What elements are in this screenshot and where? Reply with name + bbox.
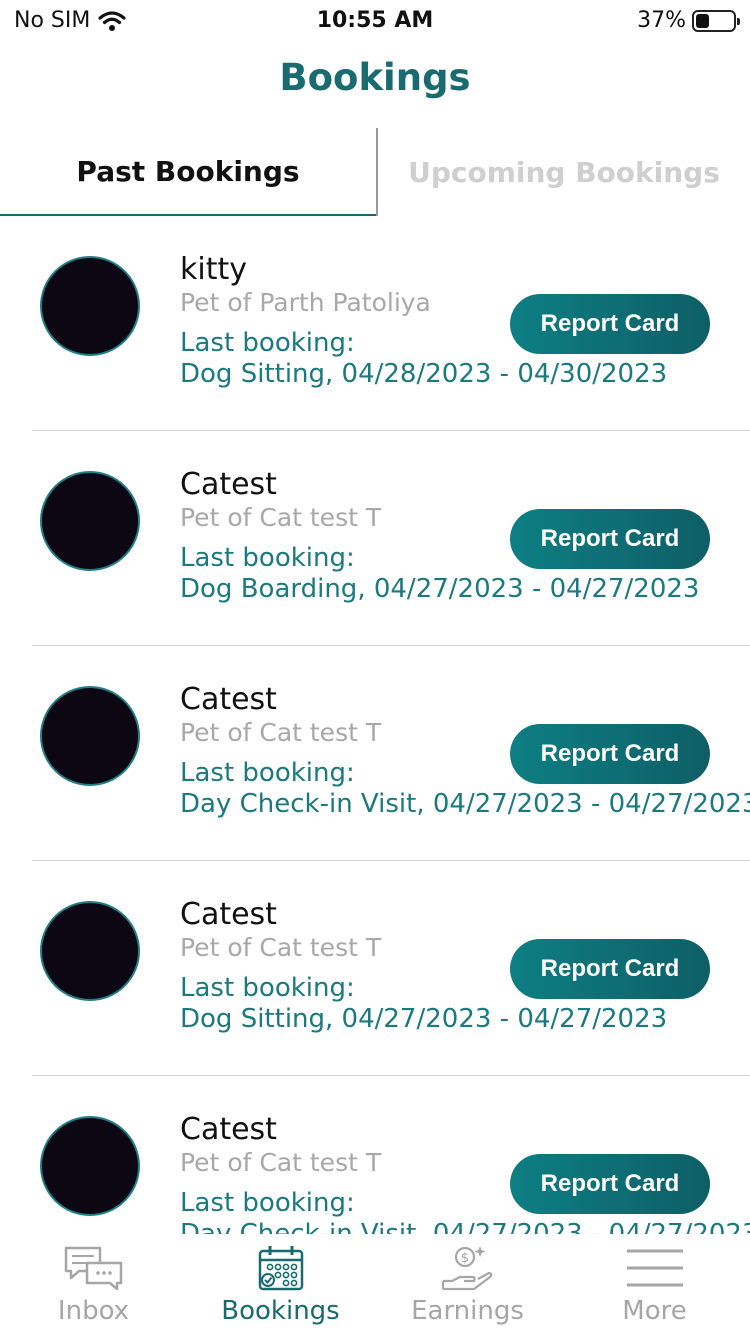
- booking-list[interactable]: kitty Pet of Parth Patoliya Last booking…: [0, 216, 750, 1234]
- calendar-icon: [256, 1244, 306, 1292]
- pet-name: kitty: [180, 252, 247, 287]
- last-booking-detail: Day Check-in Visit, 04/27/2023 - 04/27/2…: [180, 1219, 750, 1234]
- tab-bar-label-bookings: Bookings: [221, 1296, 340, 1326]
- money-hand-icon: $: [440, 1244, 496, 1292]
- tab-bar-item-more[interactable]: More: [561, 1234, 748, 1334]
- pet-name: Catest: [180, 897, 277, 932]
- hamburger-icon: [625, 1244, 685, 1292]
- report-card-button[interactable]: Report Card: [510, 509, 710, 569]
- chat-bubbles-icon: [63, 1244, 125, 1292]
- tab-bar-item-earnings[interactable]: $ Earnings: [374, 1234, 561, 1334]
- pet-avatar: [40, 471, 140, 571]
- pet-name: Catest: [180, 1112, 277, 1147]
- tab-bar-item-inbox[interactable]: Inbox: [0, 1234, 187, 1334]
- tab-bar-label-inbox: Inbox: [57, 1296, 130, 1326]
- report-card-button[interactable]: Report Card: [510, 1154, 710, 1214]
- last-booking-label: Last booking:: [180, 758, 355, 788]
- pet-avatar: [40, 1116, 140, 1216]
- last-booking-label: Last booking:: [180, 543, 355, 573]
- booking-item[interactable]: Catest Pet of Cat test T Last booking: D…: [0, 861, 750, 1076]
- last-booking-detail: Day Check-in Visit, 04/27/2023 - 04/27/2…: [180, 789, 750, 819]
- wifi-icon: [98, 10, 126, 31]
- last-booking-label: Last booking:: [180, 328, 355, 358]
- tab-bar-label-more: More: [622, 1296, 687, 1326]
- pet-avatar: [40, 901, 140, 1001]
- page-title: Bookings: [279, 56, 471, 99]
- pet-name: Catest: [180, 467, 277, 502]
- booking-tabs: Past Bookings Upcoming Bookings: [0, 128, 750, 216]
- owner-name: Pet of Parth Patoliya: [180, 288, 431, 317]
- tab-bar-label-earnings: Earnings: [411, 1296, 524, 1326]
- battery-icon: [692, 9, 740, 32]
- last-booking-detail: Dog Sitting, 04/28/2023 - 04/30/2023: [180, 359, 668, 389]
- last-booking-label: Last booking:: [180, 1188, 355, 1218]
- pet-avatar: [40, 256, 140, 356]
- booking-item[interactable]: Catest Pet of Cat test T Last booking: D…: [0, 431, 750, 646]
- owner-name: Pet of Cat test T: [180, 503, 382, 532]
- carrier-group: No SIM: [14, 8, 126, 33]
- svg-text:$: $: [460, 1251, 468, 1266]
- last-booking-detail: Dog Boarding, 04/27/2023 - 04/27/2023: [180, 574, 700, 604]
- report-card-button[interactable]: Report Card: [510, 724, 710, 784]
- booking-item[interactable]: Catest Pet of Cat test T Last booking: D…: [0, 646, 750, 861]
- report-card-button[interactable]: Report Card: [510, 939, 710, 999]
- tab-upcoming-bookings[interactable]: Upcoming Bookings: [376, 128, 750, 216]
- carrier-label: No SIM: [14, 8, 91, 33]
- pet-name: Catest: [180, 682, 277, 717]
- battery-percent: 37%: [637, 8, 686, 33]
- pet-avatar: [40, 686, 140, 786]
- tab-past-bookings[interactable]: Past Bookings: [0, 128, 376, 216]
- battery-group: 37%: [637, 8, 740, 33]
- bottom-tab-bar: Inbox Bookings $ Earnings More: [0, 1234, 750, 1334]
- status-bar: No SIM 10:55 AM 37%: [0, 0, 750, 44]
- owner-name: Pet of Cat test T: [180, 933, 382, 962]
- last-booking-detail: Dog Sitting, 04/27/2023 - 04/27/2023: [180, 1004, 668, 1034]
- booking-item[interactable]: Catest Pet of Cat test T Last booking: D…: [0, 1076, 750, 1234]
- booking-item[interactable]: kitty Pet of Parth Patoliya Last booking…: [0, 216, 750, 431]
- owner-name: Pet of Cat test T: [180, 718, 382, 747]
- owner-name: Pet of Cat test T: [180, 1148, 382, 1177]
- report-card-button[interactable]: Report Card: [510, 294, 710, 354]
- battery-fill: [696, 13, 709, 28]
- last-booking-label: Last booking:: [180, 973, 355, 1003]
- tab-bar-item-bookings[interactable]: Bookings: [187, 1234, 374, 1334]
